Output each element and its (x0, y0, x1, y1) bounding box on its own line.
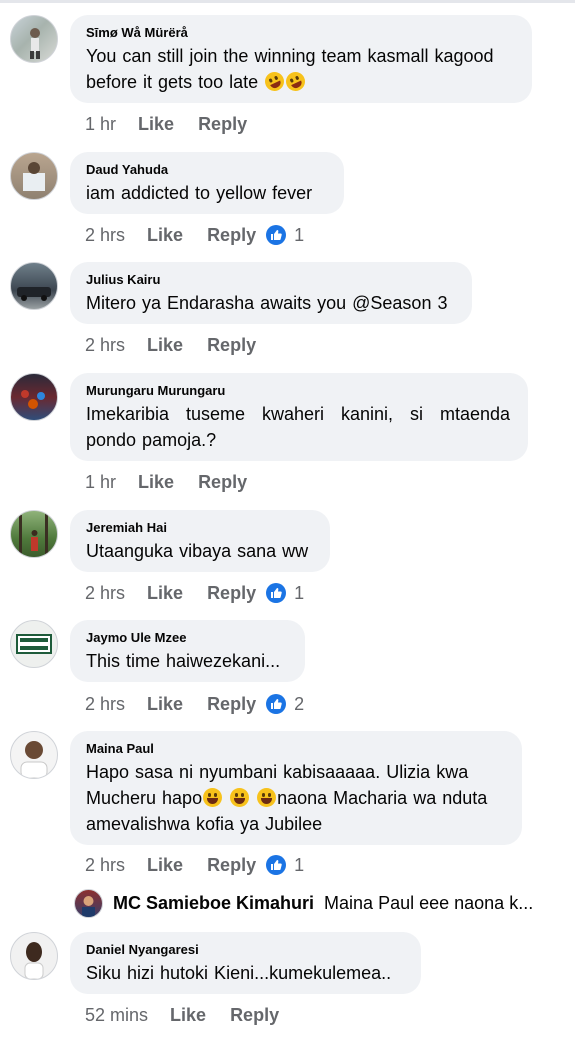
like-button[interactable]: Like (147, 225, 183, 246)
thumbs-up-icon (266, 225, 287, 245)
reply-button[interactable]: Reply (207, 225, 256, 246)
reply-button[interactable]: Reply (207, 855, 256, 876)
reaction-count: 1 (294, 224, 305, 245)
comment-actions: 2 hrs Like Reply 1 (85, 580, 304, 606)
like-button[interactable]: Like (147, 335, 183, 356)
reaction-count: 2 (294, 693, 305, 714)
comment-bubble: Daniel Nyangaresi Siku hizi hutoki Kieni… (70, 932, 421, 994)
reply-author[interactable]: MC Samieboe Kimahuri (113, 893, 314, 914)
reaction-summary[interactable]: 1 (266, 225, 304, 246)
comment-author[interactable]: Daniel Nyangaresi (86, 942, 405, 958)
nested-reply-preview[interactable]: MC Samieboe Kimahuri Maina Paul eee naon… (74, 888, 533, 918)
comment-author[interactable]: Daud Yahuda (86, 162, 328, 178)
reply-button[interactable]: Reply (207, 583, 256, 604)
comment-bubble: Julius Kairu Mitero ya Endarasha awaits … (70, 262, 472, 324)
avatar[interactable] (10, 620, 58, 668)
reaction-summary[interactable]: 1 (266, 583, 304, 604)
comment-actions: 2 hrs Like Reply 1 (85, 222, 304, 248)
reply-preview-text: Maina Paul eee naona k... (324, 892, 534, 913)
thumbs-up-icon (266, 694, 287, 714)
grinning-emoji (203, 788, 223, 807)
comment-author[interactable]: Maina Paul (86, 741, 506, 757)
comment-text: Mitero ya Endarasha awaits you @Season 3 (86, 293, 448, 313)
reply-button[interactable]: Reply (198, 472, 247, 493)
comment-text: You can still join the winning team kasm… (86, 43, 516, 95)
like-button[interactable]: Like (138, 472, 174, 493)
comment-text: Siku hizi hutoki Kieni...kumekulemea.. (86, 963, 392, 983)
comment-author[interactable]: Jeremiah Hai (86, 520, 314, 536)
avatar (74, 888, 103, 918)
comment-bubble: Sīmø Wå Mürërå You can still join the wi… (70, 15, 532, 103)
comment-timestamp[interactable]: 2 hrs (85, 855, 125, 876)
comment-author[interactable]: Jaymo Ule Mzee (86, 630, 289, 646)
comment-timestamp[interactable]: 52 mins (85, 1005, 148, 1026)
avatar[interactable] (10, 731, 58, 779)
grinning-emoji (230, 788, 250, 807)
like-button[interactable]: Like (138, 114, 174, 135)
comment-author[interactable]: Sīmø Wå Mürërå (86, 25, 516, 41)
grinning-emoji (257, 788, 277, 807)
reply-button[interactable]: Reply (198, 114, 247, 135)
comment-timestamp[interactable]: 2 hrs (85, 335, 125, 356)
reply-button[interactable]: Reply (230, 1005, 279, 1026)
comment-bubble: Jaymo Ule Mzee This time haiwezekani... (70, 620, 305, 682)
reaction-summary[interactable]: 2 (266, 694, 304, 715)
comment-text: iam addicted to yellow fever (86, 183, 313, 203)
comment-author[interactable]: Murungaru Murungaru (86, 383, 512, 399)
comment-timestamp[interactable]: 2 hrs (85, 225, 125, 246)
avatar[interactable] (10, 15, 58, 63)
comment-bubble: Daud Yahuda iam addicted to yellow fever (70, 152, 344, 214)
comment-actions: 52 mins Like Reply (85, 1002, 289, 1028)
like-button[interactable]: Like (147, 855, 183, 876)
top-divider (0, 0, 575, 3)
like-button[interactable]: Like (170, 1005, 206, 1026)
rofl-emoji (262, 68, 288, 95)
comment-timestamp[interactable]: 2 hrs (85, 694, 125, 715)
reaction-count: 1 (294, 854, 305, 875)
comment-text: Hapo sasa ni nyumbani kabisaaaaa. Ulizia… (86, 759, 506, 837)
reply-button[interactable]: Reply (207, 694, 256, 715)
reaction-summary[interactable]: 1 (266, 855, 304, 876)
like-button[interactable]: Like (147, 583, 183, 604)
comment-author[interactable]: Julius Kairu (86, 272, 456, 288)
reply-button[interactable]: Reply (207, 335, 256, 356)
avatar[interactable] (10, 932, 58, 980)
comment-text: Imekaribia tuseme kwaheri kanini, si mta… (86, 404, 510, 450)
rofl-emoji (283, 68, 309, 95)
like-button[interactable]: Like (147, 694, 183, 715)
comment-text: This time haiwezekani... (86, 651, 281, 671)
comment-actions: 1 hr Like Reply (85, 111, 257, 137)
comment-timestamp[interactable]: 1 hr (85, 472, 116, 493)
avatar[interactable] (10, 152, 58, 200)
comment-timestamp[interactable]: 1 hr (85, 114, 116, 135)
avatar[interactable] (10, 262, 58, 310)
avatar[interactable] (10, 373, 58, 421)
comment-actions: 2 hrs Like Reply (85, 332, 266, 358)
comment-actions: 1 hr Like Reply (85, 469, 257, 495)
comment-text: Utaanguka vibaya sana ww (86, 541, 309, 561)
comment-actions: 2 hrs Like Reply 1 (85, 852, 304, 878)
comment-actions: 2 hrs Like Reply 2 (85, 691, 304, 717)
comment-timestamp[interactable]: 2 hrs (85, 583, 125, 604)
comment-bubble: Murungaru Murungaru Imekaribia tuseme kw… (70, 373, 528, 461)
thumbs-up-icon (266, 855, 287, 875)
comment-bubble: Maina Paul Hapo sasa ni nyumbani kabisaa… (70, 731, 522, 845)
comment-bubble: Jeremiah Hai Utaanguka vibaya sana ww (70, 510, 330, 572)
avatar[interactable] (10, 510, 58, 558)
thumbs-up-icon (266, 583, 287, 603)
reaction-count: 1 (294, 582, 305, 603)
